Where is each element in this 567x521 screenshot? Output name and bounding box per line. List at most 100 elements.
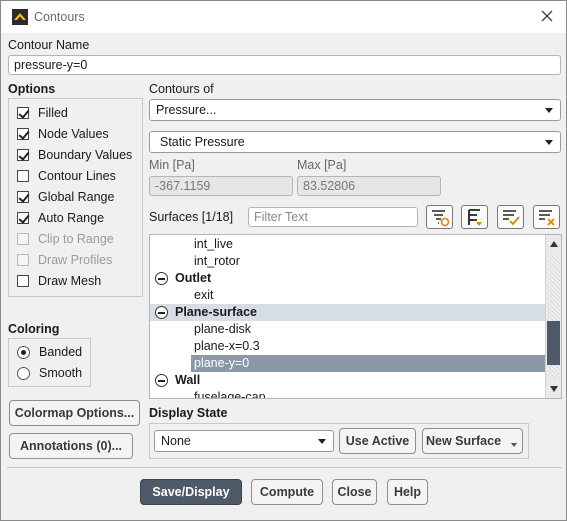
new-surface-label: New Surface bbox=[426, 434, 502, 448]
contours-of-variable-select[interactable]: Static Pressure bbox=[149, 131, 561, 153]
scroll-thumb[interactable] bbox=[547, 321, 560, 365]
contours-dialog: Contours Contour Name Options Filled Node… bbox=[0, 0, 567, 521]
option-clip-to-range: Clip to Range bbox=[17, 229, 114, 249]
draw-mesh-label: Draw Mesh bbox=[38, 274, 102, 288]
min-label: Min [Pa] bbox=[149, 158, 195, 172]
window-title: Contours bbox=[34, 10, 85, 24]
new-surface-button[interactable]: New Surface bbox=[422, 428, 523, 454]
draw-profiles-checkbox bbox=[17, 254, 29, 266]
ansys-logo-icon bbox=[12, 9, 28, 25]
tree-group-label: Outlet bbox=[175, 271, 212, 285]
surfaces-label: Surfaces [1/18] bbox=[149, 210, 234, 224]
tree-group[interactable]: Plane-surface bbox=[150, 304, 546, 321]
option-boundary-values[interactable]: Boundary Values bbox=[17, 145, 132, 165]
close-icon[interactable] bbox=[538, 7, 556, 25]
contours-of-category-select[interactable]: Pressure... bbox=[149, 99, 561, 121]
draw-profiles-label: Draw Profiles bbox=[38, 253, 113, 267]
deselect-all-button[interactable] bbox=[533, 205, 560, 229]
contour-lines-label: Contour Lines bbox=[38, 169, 116, 183]
clip-to-range-label: Clip to Range bbox=[38, 232, 114, 246]
max-label: Max [Pa] bbox=[297, 158, 347, 172]
contour-lines-checkbox[interactable] bbox=[17, 170, 29, 182]
smooth-radio[interactable] bbox=[17, 366, 30, 380]
tree-group[interactable]: Outlet bbox=[150, 270, 546, 287]
contours-of-label: Contours of bbox=[149, 82, 214, 96]
tree-item[interactable]: int_rotor bbox=[191, 253, 240, 270]
filter-options-icon bbox=[432, 210, 450, 227]
dropdown-arrow-icon bbox=[511, 443, 517, 447]
collapse-icon[interactable] bbox=[155, 374, 168, 387]
collapse-icon[interactable] bbox=[155, 272, 168, 285]
help-button[interactable]: Help bbox=[387, 479, 428, 505]
select-all-button[interactable] bbox=[497, 205, 524, 229]
collapse-icon[interactable] bbox=[155, 306, 168, 319]
group-tree-icon bbox=[468, 209, 482, 226]
tree-item[interactable]: plane-disk bbox=[191, 321, 251, 338]
surface-filter-input[interactable] bbox=[248, 207, 418, 227]
use-active-button[interactable]: Use Active bbox=[339, 428, 416, 454]
option-global-range[interactable]: Global Range bbox=[17, 187, 114, 207]
draw-mesh-checkbox[interactable] bbox=[17, 275, 29, 287]
tree-item[interactable]: exit bbox=[191, 287, 213, 304]
tree-item[interactable]: plane-y=0 bbox=[191, 355, 545, 372]
chevron-down-icon bbox=[545, 140, 553, 145]
tree-item[interactable]: plane-x=0.3 bbox=[191, 338, 260, 355]
surfaces-tree[interactable]: int_live int_rotor Outlet exit Plane-surface… bbox=[149, 234, 562, 399]
boundary-values-checkbox[interactable] bbox=[17, 149, 29, 161]
node-values-label: Node Values bbox=[38, 127, 109, 141]
tree-group[interactable]: Wall bbox=[150, 372, 546, 389]
close-button[interactable]: Close bbox=[332, 479, 377, 505]
coloring-smooth[interactable]: Smooth bbox=[17, 363, 82, 383]
banded-label: Banded bbox=[39, 345, 83, 359]
coloring-group: Banded Smooth bbox=[8, 338, 91, 387]
options-label: Options bbox=[8, 82, 56, 96]
contour-name-input[interactable] bbox=[8, 55, 561, 75]
save-display-button[interactable]: Save/Display bbox=[140, 479, 242, 505]
options-group: Filled Node Values Boundary Values Contour … bbox=[8, 98, 143, 297]
option-auto-range[interactable]: Auto Range bbox=[17, 208, 104, 228]
coloring-label: Coloring bbox=[8, 322, 60, 336]
filled-label: Filled bbox=[38, 106, 68, 120]
filled-checkbox[interactable] bbox=[17, 107, 29, 119]
deselect-all-icon bbox=[539, 210, 555, 226]
min-value-field bbox=[149, 176, 293, 196]
option-node-values[interactable]: Node Values bbox=[17, 124, 109, 144]
chevron-down-icon bbox=[318, 439, 326, 444]
annotations-button[interactable]: Annotations (0)... bbox=[9, 433, 133, 459]
tree-item[interactable]: int_live bbox=[191, 236, 233, 253]
auto-range-checkbox[interactable] bbox=[17, 212, 29, 224]
filter-options-button[interactable] bbox=[426, 205, 453, 229]
display-state-label: Display State bbox=[149, 406, 228, 420]
compute-button[interactable]: Compute bbox=[251, 479, 323, 505]
colormap-options-button[interactable]: Colormap Options... bbox=[9, 400, 140, 426]
smooth-label: Smooth bbox=[39, 366, 83, 380]
display-state-select[interactable]: None bbox=[154, 430, 334, 452]
contours-of-category-value: Pressure... bbox=[156, 103, 217, 117]
select-all-icon bbox=[503, 210, 520, 226]
global-range-checkbox[interactable] bbox=[17, 191, 29, 203]
max-value-field bbox=[297, 176, 441, 196]
chevron-down-icon bbox=[545, 108, 553, 113]
contour-name-label: Contour Name bbox=[8, 38, 90, 52]
footer-separator bbox=[7, 467, 562, 468]
auto-range-label: Auto Range bbox=[38, 211, 105, 225]
contours-of-variable-value: Static Pressure bbox=[160, 135, 245, 149]
group-surfaces-button[interactable] bbox=[461, 205, 488, 229]
boundary-values-label: Boundary Values bbox=[38, 148, 133, 162]
title-bar: Contours bbox=[1, 1, 566, 33]
tree-scrollbar[interactable] bbox=[545, 235, 561, 398]
option-draw-profiles: Draw Profiles bbox=[17, 250, 112, 270]
banded-radio[interactable] bbox=[17, 345, 30, 359]
clip-to-range-checkbox bbox=[17, 233, 29, 245]
option-draw-mesh[interactable]: Draw Mesh bbox=[17, 271, 101, 291]
global-range-label: Global Range bbox=[38, 190, 115, 204]
option-contour-lines[interactable]: Contour Lines bbox=[17, 166, 116, 186]
scroll-down-icon[interactable] bbox=[550, 386, 558, 392]
node-values-checkbox[interactable] bbox=[17, 128, 29, 140]
tree-group-label: Plane-surface bbox=[175, 305, 257, 319]
coloring-banded[interactable]: Banded bbox=[17, 342, 82, 362]
tree-item[interactable]: fuselage-cap bbox=[191, 389, 266, 398]
option-filled[interactable]: Filled bbox=[17, 103, 68, 123]
tree-group-label: Wall bbox=[175, 373, 201, 387]
scroll-up-icon[interactable] bbox=[550, 241, 558, 247]
